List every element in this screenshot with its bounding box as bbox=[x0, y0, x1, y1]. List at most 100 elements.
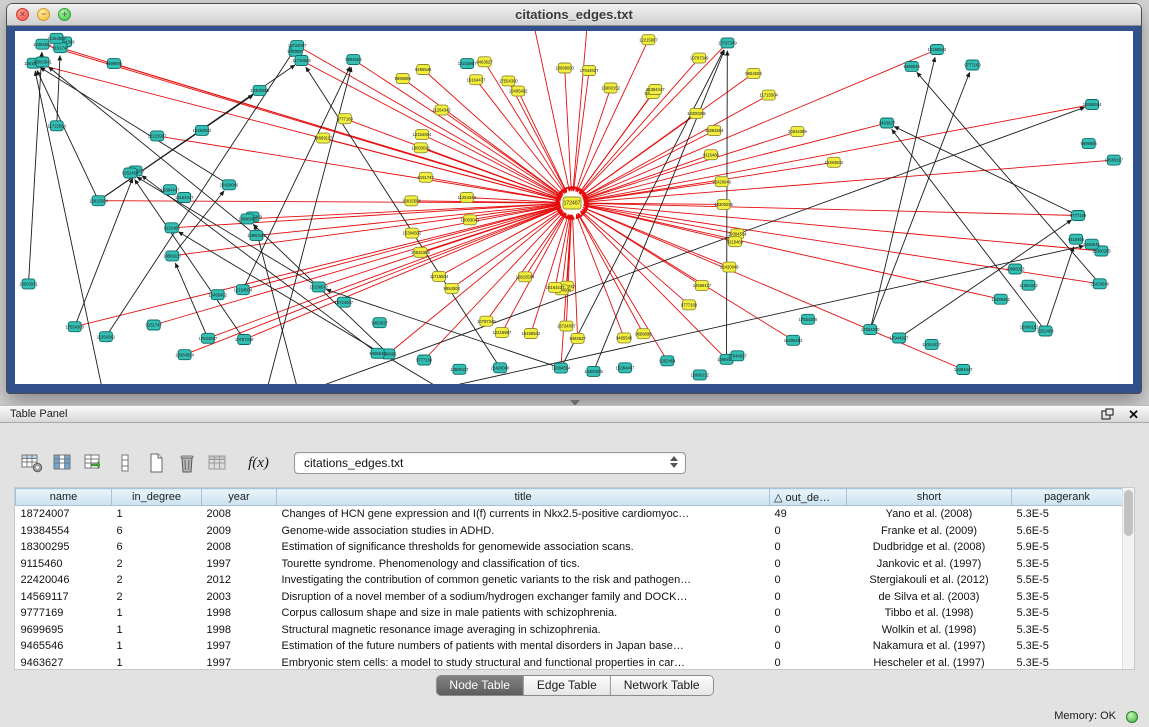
graph-node[interactable]: 10996093 bbox=[1006, 264, 1025, 274]
graph-node[interactable]: 15384447 bbox=[954, 365, 973, 375]
graph-node[interactable]: 16960152 bbox=[1020, 322, 1039, 332]
network-table-select[interactable]: citations_edges.txt bbox=[294, 452, 686, 474]
graph-node[interactable]: 12154504 bbox=[234, 285, 253, 295]
graph-node[interactable]: 9777169 bbox=[416, 355, 433, 365]
column-header-pagerank[interactable]: pagerank bbox=[1012, 489, 1123, 506]
graph-node[interactable]: 22420046 bbox=[720, 262, 739, 272]
show-columns-icon[interactable] bbox=[47, 450, 78, 477]
graph-node[interactable]: 16815504 bbox=[402, 196, 421, 206]
graph-node[interactable]: 17944927 bbox=[580, 66, 599, 76]
network-canvas-svg[interactable]: 18300295 19384554 9115460 22420046 14569117 9… bbox=[15, 31, 1133, 384]
row-height-icon[interactable] bbox=[109, 450, 140, 477]
graph-edge[interactable] bbox=[485, 62, 566, 193]
graph-node[interactable]: 9854503 bbox=[745, 68, 762, 78]
graph-edge[interactable] bbox=[583, 95, 769, 197]
graph-edge[interactable] bbox=[243, 67, 350, 290]
close-window-button[interactable]: × bbox=[16, 8, 29, 21]
graph-node[interactable]: 9777169 bbox=[1070, 211, 1087, 221]
graph-node[interactable]: 10797349 bbox=[235, 335, 254, 345]
table-row[interactable]: 1938455462009Genome-wide association stu… bbox=[16, 523, 1123, 540]
graph-edge[interactable] bbox=[353, 60, 562, 197]
graph-node[interactable]: 14569117 bbox=[314, 133, 333, 143]
graph-edge[interactable] bbox=[29, 52, 42, 284]
graph-node[interactable]: 16960152 bbox=[690, 370, 709, 380]
graph-node[interactable]: 15384447 bbox=[646, 85, 665, 95]
graph-node[interactable]: 9854503 bbox=[444, 283, 461, 293]
graph-edge[interactable] bbox=[917, 72, 1100, 283]
graph-node[interactable]: 15384502 bbox=[824, 157, 843, 167]
network-canvas[interactable]: 18300295 19384554 9115460 22420046 14569117 9… bbox=[15, 31, 1133, 384]
graph-node[interactable]: 11254342 bbox=[458, 193, 477, 203]
graph-node[interactable]: 10797349 bbox=[477, 316, 496, 326]
new-table-icon[interactable] bbox=[140, 450, 171, 477]
graph-node[interactable]: 17944927 bbox=[890, 333, 909, 343]
graph-node[interactable]: 9252454 bbox=[659, 356, 676, 366]
graph-node[interactable]: 19384554 bbox=[175, 350, 194, 360]
column-header-name[interactable]: name bbox=[16, 489, 112, 506]
graph-node[interactable]: 10797349 bbox=[690, 53, 709, 63]
graph-node[interactable]: 9151747 bbox=[52, 43, 69, 53]
graph-node[interactable]: 18300295 bbox=[250, 85, 269, 95]
graph-node[interactable]: 9115460 bbox=[164, 223, 181, 233]
column-header-year[interactable]: year bbox=[202, 489, 277, 506]
graph-node[interactable]: 16960152 bbox=[601, 83, 620, 93]
graph-edge[interactable] bbox=[870, 72, 969, 329]
graph-node[interactable]: 11715504 bbox=[760, 90, 779, 100]
graph-edge[interactable] bbox=[894, 127, 1078, 216]
tab-node-table[interactable]: Node Table bbox=[436, 676, 523, 695]
graph-node[interactable]: 18300295 bbox=[687, 108, 706, 118]
graph-node[interactable]: 15495492 bbox=[509, 86, 528, 96]
graph-node[interactable]: 9465546 bbox=[904, 61, 921, 71]
graph-node[interactable]: 20634369 bbox=[788, 127, 807, 137]
graph-node[interactable]: 9699695 bbox=[1081, 139, 1098, 149]
graph-node[interactable]: 9465546 bbox=[415, 65, 432, 75]
graph-node[interactable]: 9115460 bbox=[1068, 234, 1085, 244]
graph-node[interactable]: 9699695 bbox=[395, 74, 412, 84]
graph-edge[interactable] bbox=[179, 232, 483, 384]
graph-edge[interactable] bbox=[502, 214, 566, 333]
column-header-title[interactable]: title bbox=[277, 489, 770, 506]
table-scrollbar[interactable] bbox=[1122, 488, 1134, 669]
graph-edge[interactable] bbox=[157, 136, 560, 201]
table-row[interactable]: 2242004622012Investigating the contribut… bbox=[16, 572, 1123, 589]
graph-node[interactable]: 14569117 bbox=[1105, 155, 1124, 165]
graph-node[interactable]: 18003041 bbox=[411, 143, 430, 153]
graph-node[interactable]: 15384447 bbox=[616, 363, 635, 373]
graph-node[interactable]: 18724007 bbox=[557, 321, 576, 331]
graph-edge[interactable] bbox=[584, 160, 1114, 202]
table-settings-icon[interactable] bbox=[16, 450, 47, 477]
graph-node[interactable]: 10996093 bbox=[555, 63, 574, 73]
graph-node[interactable]: 9463627 bbox=[476, 57, 493, 67]
column-header-in_degree[interactable]: in_degree bbox=[112, 489, 202, 506]
graph-node[interactable]: 16815504 bbox=[516, 272, 535, 282]
graph-edge[interactable] bbox=[584, 206, 1001, 300]
graph-node[interactable]: 11254342 bbox=[1019, 280, 1038, 290]
graph-node[interactable]: 18003041 bbox=[33, 57, 52, 67]
tab-network-table[interactable]: Network Table bbox=[610, 676, 713, 695]
table-row[interactable]: 1830029562008Estimation of significance … bbox=[16, 539, 1123, 556]
table-row[interactable]: 946362711997Embryonic stem cells: a mode… bbox=[16, 655, 1123, 672]
graph-edge[interactable] bbox=[892, 129, 1046, 331]
graph-edge[interactable] bbox=[476, 80, 565, 194]
graph-node[interactable]: 9115460 bbox=[703, 150, 720, 160]
graph-edge[interactable] bbox=[573, 31, 587, 191]
network-window[interactable]: × − + citations_edges.txt 18300295193845… bbox=[7, 4, 1141, 393]
node-table[interactable]: namein_degreeyeartitle△ out_de…shortpage… bbox=[14, 487, 1135, 670]
import-table-icon[interactable] bbox=[202, 450, 233, 477]
graph-edge[interactable] bbox=[37, 71, 99, 201]
graph-node[interactable]: 15384447 bbox=[161, 185, 180, 195]
graph-node[interactable]: 18003041 bbox=[19, 279, 38, 289]
graph-edge[interactable] bbox=[255, 225, 304, 384]
graph-node[interactable]: 22420046 bbox=[491, 363, 510, 373]
minimize-window-button[interactable]: − bbox=[37, 8, 50, 21]
graph-node[interactable]: 9777169 bbox=[681, 300, 698, 310]
graph-node[interactable]: 22420046 bbox=[1090, 279, 1109, 289]
graph-edge[interactable] bbox=[584, 205, 1100, 284]
graph-node[interactable]: 19384554 bbox=[705, 126, 724, 136]
graph-edge[interactable] bbox=[135, 180, 245, 340]
graph-node[interactable]: 9463627 bbox=[569, 333, 586, 343]
graph-edge[interactable] bbox=[580, 43, 727, 195]
graph-edge[interactable] bbox=[870, 57, 935, 329]
graph-node[interactable]: 9463627 bbox=[879, 118, 896, 128]
graph-node[interactable]: 19384554 bbox=[1083, 100, 1102, 110]
